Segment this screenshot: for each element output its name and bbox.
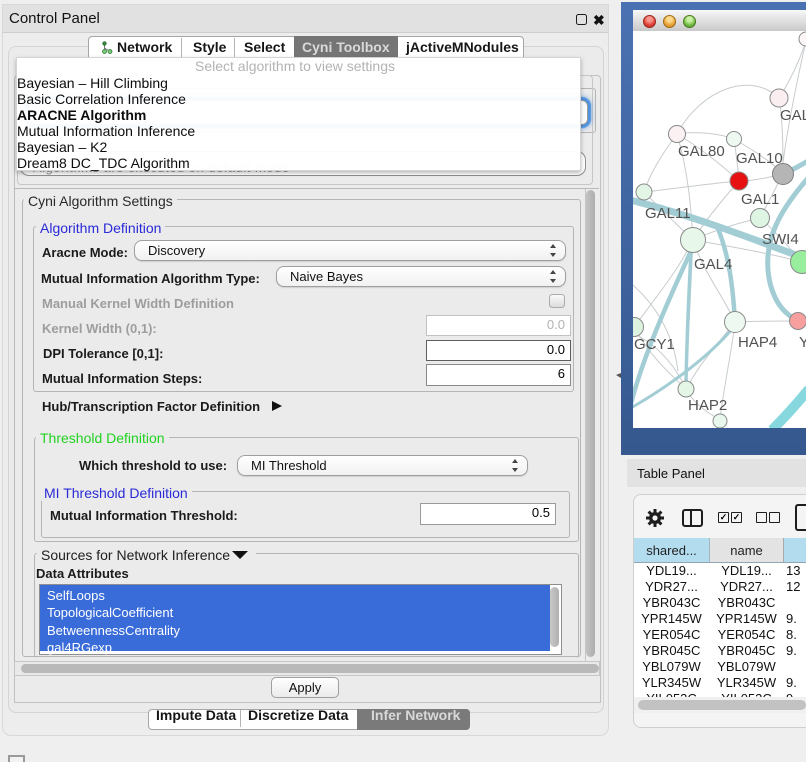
svg-text:HAP4: HAP4 (738, 334, 777, 351)
svg-text:GAL11: GAL11 (645, 205, 691, 222)
svg-text:GCY1: GCY1 (634, 336, 675, 353)
svg-text:HAP2: HAP2 (688, 397, 727, 414)
svg-text:SWI4: SWI4 (762, 231, 799, 248)
svg-text:GAL80: GAL80 (678, 143, 725, 160)
svg-text:Y: Y (799, 334, 806, 351)
svg-text:GAL: GAL (780, 107, 806, 124)
svg-text:GAL4: GAL4 (694, 256, 732, 273)
svg-text:GAL10: GAL10 (736, 150, 783, 167)
svg-text:GAL1: GAL1 (741, 191, 779, 208)
